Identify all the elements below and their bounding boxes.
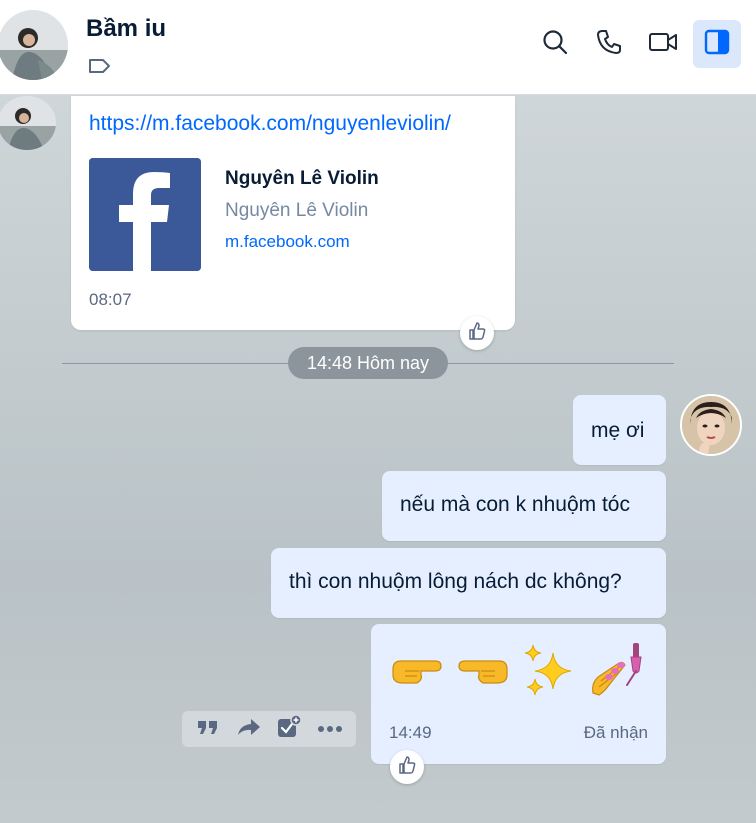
- link-message-card[interactable]: https://m.facebook.com/nguyenleviolin/ N…: [71, 96, 515, 330]
- forward-button[interactable]: [235, 715, 263, 743]
- chat-header: Bầm iu: [0, 0, 756, 95]
- add-task-icon: [276, 713, 302, 745]
- voice-call-button[interactable]: [591, 26, 627, 62]
- outgoing-message[interactable]: mẹ ơi: [573, 395, 666, 465]
- date-separator: 14:48 Hôm nay: [288, 347, 448, 379]
- sender-avatar[interactable]: [0, 96, 56, 150]
- emoji-row: [389, 638, 647, 704]
- quote-reply-button[interactable]: [194, 715, 222, 743]
- outgoing-emoji-message[interactable]: 14:49 Đã nhận: [371, 624, 666, 764]
- pointing-right-emoji: [389, 651, 445, 691]
- contact-name[interactable]: Bầm iu: [86, 15, 166, 43]
- search-button[interactable]: [537, 26, 573, 62]
- side-panel-icon: [703, 28, 731, 61]
- delivery-status: Đã nhận: [583, 723, 648, 742]
- reaction-button[interactable]: [390, 750, 424, 784]
- message-time: 14:49: [389, 723, 432, 742]
- message-text: mẹ ơi: [591, 419, 645, 442]
- outgoing-message[interactable]: thì con nhuộm lông nách dc không?: [271, 548, 666, 618]
- my-avatar[interactable]: [680, 394, 742, 456]
- phone-icon: [595, 28, 623, 61]
- message-text: nếu mà con k nhuộm tóc: [400, 493, 630, 516]
- forward-icon: [237, 717, 261, 742]
- thumbs-up-icon: [467, 321, 487, 346]
- thumbs-up-icon: [397, 755, 417, 780]
- outgoing-message[interactable]: nếu mà con k nhuộm tóc: [382, 471, 666, 541]
- toggle-side-panel-button[interactable]: [693, 20, 741, 68]
- search-icon: [541, 28, 569, 61]
- message-action-bar: [182, 711, 356, 747]
- sparkles-emoji: [521, 643, 577, 699]
- quote-icon: [196, 717, 220, 742]
- facebook-logo-icon: [89, 158, 201, 271]
- video-call-icon: [648, 30, 678, 59]
- more-options-button[interactable]: [316, 715, 344, 743]
- link-preview-title: Nguyên Lê Violin: [225, 168, 379, 189]
- reaction-button[interactable]: [460, 316, 494, 350]
- message-time: 08:07: [89, 290, 132, 309]
- add-task-button[interactable]: [275, 713, 303, 745]
- contact-avatar[interactable]: [0, 10, 68, 80]
- message-text: thì con nhuộm lông nách dc không?: [289, 570, 622, 593]
- nail-polish-emoji: [587, 641, 647, 701]
- tag-icon[interactable]: [88, 56, 112, 76]
- shared-link[interactable]: https://m.facebook.com/nguyenleviolin/: [89, 112, 451, 136]
- video-call-button[interactable]: [645, 26, 681, 62]
- pointing-left-emoji: [455, 651, 511, 691]
- more-icon: [317, 720, 343, 738]
- link-preview-description: Nguyên Lê Violin: [225, 200, 369, 221]
- link-preview-domain: m.facebook.com: [225, 232, 350, 251]
